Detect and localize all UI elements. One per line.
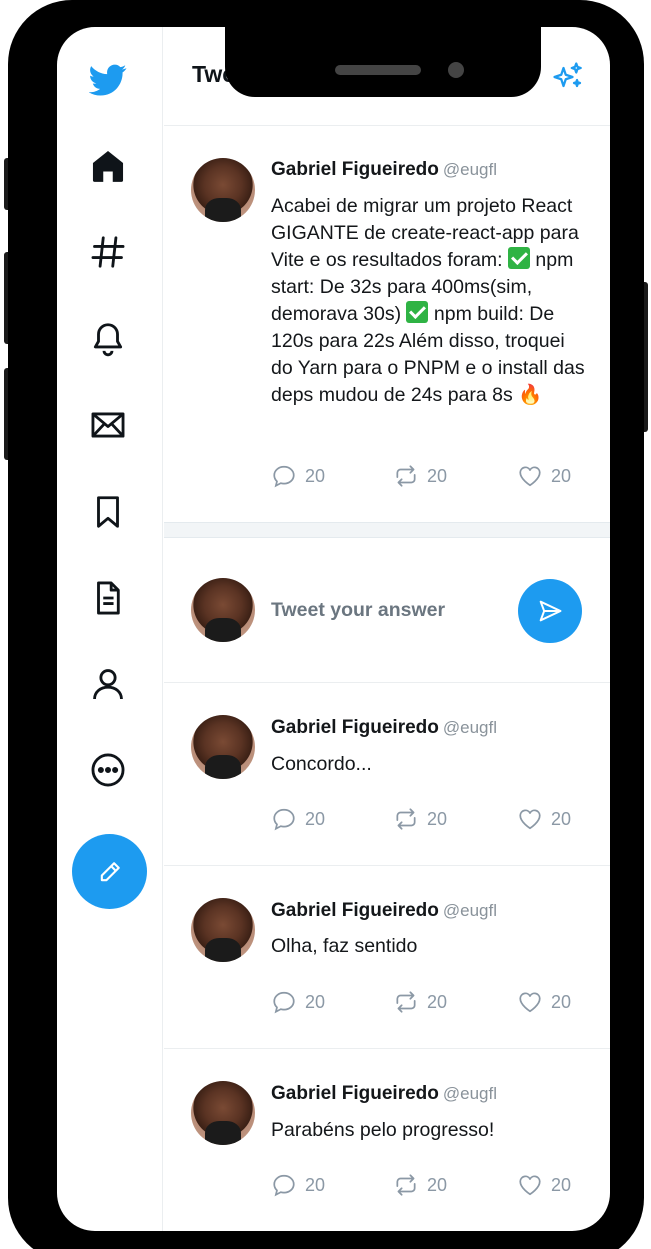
- section-separator: [164, 522, 610, 538]
- avatar[interactable]: [191, 715, 255, 779]
- retweet-button[interactable]: 20: [393, 806, 447, 832]
- tweet-actions: 20 20 20: [271, 463, 581, 489]
- retweet-icon: [396, 991, 416, 1013]
- send-button[interactable]: [518, 579, 582, 643]
- like-count: 20: [551, 1174, 572, 1195]
- composer-divider: [164, 682, 610, 683]
- reply-button[interactable]: 20: [271, 1172, 325, 1198]
- like-count: 20: [551, 808, 572, 829]
- tweet-author: Gabriel Figueiredo @eugfl: [271, 717, 497, 739]
- author-name[interactable]: Gabriel Figueiredo: [271, 159, 439, 180]
- reply-icon: [273, 465, 295, 488]
- reply-button[interactable]: 20: [271, 463, 325, 489]
- compose-tweet-button[interactable]: [72, 834, 147, 909]
- retweet-count: 20: [427, 465, 448, 486]
- heart-icon: [519, 992, 541, 1013]
- tweet-author: Gabriel Figueiredo @eugfl: [271, 1083, 497, 1105]
- retweet-count: 20: [427, 808, 448, 829]
- tweet-text: Concordo...: [271, 753, 372, 775]
- reply-count: 20: [305, 1174, 326, 1195]
- fire-emoji: 🔥: [518, 384, 543, 406]
- retweet-count: 20: [427, 1174, 448, 1195]
- user-icon[interactable]: [86, 662, 130, 706]
- tweet-author: Gabriel Figueiredo @eugfl: [271, 159, 497, 181]
- retweet-icon: [396, 808, 416, 830]
- reply-count: 20: [305, 991, 326, 1012]
- screen: Tweet Gabriel Figueiredo @eugfl Acabei de…: [57, 27, 610, 1231]
- tweet-text: Olha, faz sentido: [271, 935, 418, 957]
- check-mark-icon: [406, 301, 429, 323]
- reply-count: 20: [305, 465, 326, 486]
- home-icon[interactable]: [86, 144, 130, 188]
- check-mark-icon: [508, 247, 531, 269]
- heart-icon: [519, 809, 541, 830]
- envelope-icon[interactable]: [86, 403, 130, 447]
- like-button[interactable]: 20: [517, 806, 571, 832]
- reply-button[interactable]: 20: [271, 989, 325, 1015]
- like-button[interactable]: 20: [517, 463, 571, 489]
- header-divider: [164, 125, 610, 126]
- document-icon[interactable]: [86, 576, 130, 620]
- heart-icon: [519, 466, 541, 487]
- compose-icon: [100, 861, 120, 881]
- retweet-button[interactable]: 20: [393, 1172, 447, 1198]
- like-button[interactable]: 20: [517, 989, 571, 1015]
- twitter-logo-icon[interactable]: [86, 58, 130, 102]
- retweet-button[interactable]: 20: [393, 989, 447, 1015]
- avatar[interactable]: [191, 1081, 255, 1145]
- send-icon: [539, 600, 562, 622]
- reply-icon: [273, 991, 295, 1014]
- reply-divider: [164, 865, 610, 866]
- author-name[interactable]: Gabriel Figueiredo: [271, 717, 439, 738]
- main-column: Tweet Gabriel Figueiredo @eugfl Acabei de…: [164, 27, 610, 1231]
- author-handle[interactable]: @eugfl: [443, 1084, 497, 1103]
- bell-icon[interactable]: [86, 317, 130, 361]
- avatar[interactable]: [191, 158, 255, 222]
- phone-frame: Tweet Gabriel Figueiredo @eugfl Acabei de…: [8, 0, 644, 1249]
- sparkle-icon[interactable]: [550, 59, 586, 95]
- reply-divider: [164, 1048, 610, 1049]
- tweet-actions: 20 20 20: [271, 1172, 581, 1198]
- tweet-actions: 20 20 20: [271, 989, 581, 1015]
- author-handle[interactable]: @eugfl: [443, 160, 497, 179]
- notch: [225, 27, 541, 97]
- like-button[interactable]: 20: [517, 1172, 571, 1198]
- reply-icon: [273, 1174, 295, 1197]
- author-handle[interactable]: @eugfl: [443, 901, 497, 920]
- composer-avatar[interactable]: [191, 578, 255, 642]
- author-name[interactable]: Gabriel Figueiredo: [271, 1083, 439, 1104]
- tweet-text: Parabéns pelo progresso!: [271, 1119, 495, 1141]
- tweet-author: Gabriel Figueiredo @eugfl: [271, 900, 497, 922]
- retweet-icon: [396, 1174, 416, 1196]
- author-name[interactable]: Gabriel Figueiredo: [271, 900, 439, 921]
- retweet-count: 20: [427, 991, 448, 1012]
- camera: [448, 62, 464, 78]
- like-count: 20: [551, 991, 572, 1012]
- bookmark-icon[interactable]: [86, 490, 130, 534]
- reply-icon: [273, 808, 295, 831]
- sidebar: [57, 27, 163, 1231]
- answer-input[interactable]: Tweet your answer: [271, 599, 445, 622]
- more-icon[interactable]: [86, 748, 130, 792]
- like-count: 20: [551, 465, 572, 486]
- retweet-icon: [396, 465, 416, 487]
- avatar[interactable]: [191, 898, 255, 962]
- reply-count: 20: [305, 808, 326, 829]
- tweet-text: Acabei de migrar um projeto React GIGANT…: [271, 193, 591, 409]
- heart-icon: [519, 1175, 541, 1196]
- author-handle[interactable]: @eugfl: [443, 718, 497, 737]
- speaker: [335, 65, 421, 75]
- reply-button[interactable]: 20: [271, 806, 325, 832]
- hashtag-icon[interactable]: [86, 230, 130, 274]
- retweet-button[interactable]: 20: [393, 463, 447, 489]
- tweet-actions: 20 20 20: [271, 806, 581, 832]
